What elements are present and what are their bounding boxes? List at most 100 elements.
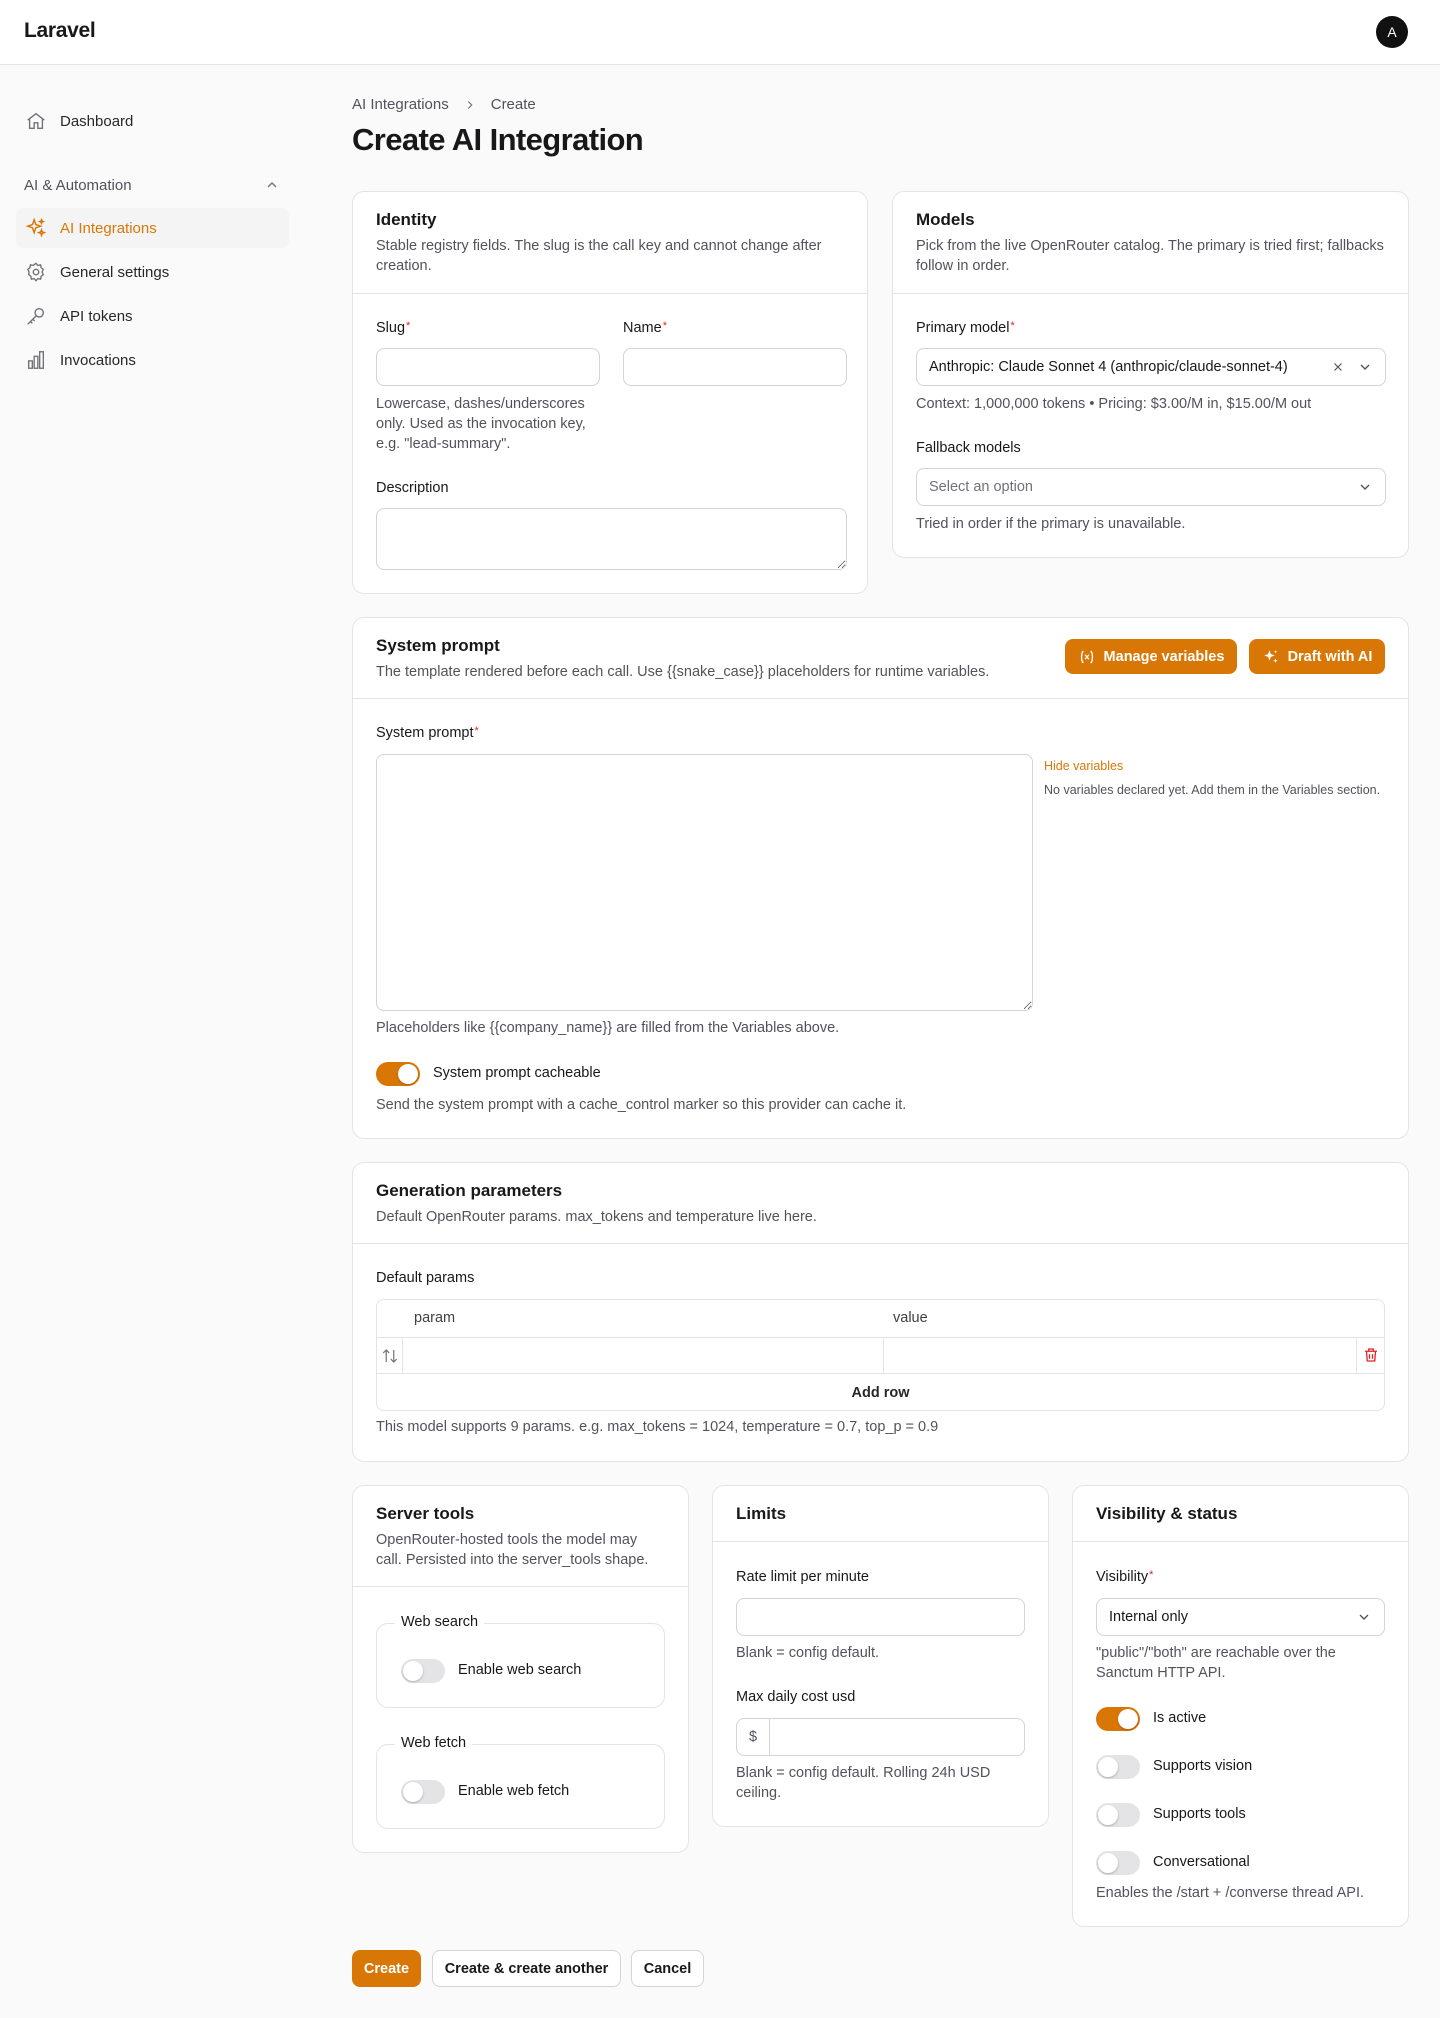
- create-button[interactable]: Create: [352, 1950, 421, 1987]
- chevron-down-icon: [1360, 364, 1370, 370]
- primary-model-hint: Context: 1,000,000 tokens • Pricing: $3.…: [916, 396, 1312, 412]
- web-search-label: Enable web search: [458, 1662, 582, 1678]
- server-tools-card: Server tools OpenRouter-hosted tools the…: [352, 1485, 689, 1853]
- max-daily-cost-label: Max daily cost usd: [736, 1689, 856, 1705]
- user-avatar[interactable]: A: [1376, 16, 1408, 48]
- primary-model-value: Anthropic: Claude Sonnet 4 (anthropic/cl…: [929, 359, 1288, 375]
- slug-label: Slug*: [376, 320, 411, 336]
- manage-variables-button[interactable]: Manage variables: [1065, 639, 1237, 674]
- card-header: Limits: [713, 1486, 1048, 1542]
- card-header: Generation parameters Default OpenRouter…: [353, 1163, 1408, 1244]
- slug-hint: Lowercase, dashes/underscores only. Used…: [376, 396, 586, 452]
- web-search-toggle[interactable]: [401, 1659, 445, 1683]
- is-active-label: Is active: [1153, 1710, 1207, 1726]
- identity-card: Identity Stable registry fields. The slu…: [352, 191, 868, 594]
- fallback-models-hint: Tried in order if the primary is unavail…: [916, 516, 1186, 532]
- param-value-input[interactable]: [883, 1338, 1357, 1373]
- sidebar-item-label: AI Integrations: [60, 219, 157, 237]
- rate-limit-input[interactable]: [736, 1598, 1025, 1636]
- table-row: [377, 1337, 1384, 1374]
- web-search-legend: Web search: [395, 1614, 485, 1630]
- max-daily-cost-group: $: [736, 1718, 1025, 1756]
- breadcrumb-link-ai-integrations[interactable]: AI Integrations: [352, 96, 449, 113]
- generation-parameters-card: Generation parameters Default OpenRouter…: [352, 1162, 1409, 1462]
- reorder-icon[interactable]: [381, 1347, 399, 1365]
- max-daily-cost-hint: Blank = config default. Rolling 24h USD …: [736, 1765, 991, 1801]
- breadcrumb: AI Integrations Create: [352, 96, 536, 113]
- description-label: Description: [376, 480, 449, 496]
- supports-vision-toggle[interactable]: [1096, 1755, 1140, 1779]
- card-title: Server tools: [376, 1504, 475, 1523]
- web-fetch-fieldset: Web fetch Enable web fetch: [376, 1735, 665, 1829]
- visibility-select[interactable]: Internal only: [1096, 1598, 1385, 1636]
- card-title: Models: [916, 210, 975, 229]
- page-title: Create AI Integration: [352, 122, 644, 157]
- conversational-toggle[interactable]: [1096, 1851, 1140, 1875]
- sidebar-item-label: Dashboard: [60, 112, 134, 130]
- sidebar-item-api-tokens[interactable]: API tokens: [16, 296, 289, 336]
- visibility-hint: "public"/"both" are reachable over the S…: [1096, 1645, 1336, 1681]
- card-title: Generation parameters: [376, 1181, 563, 1200]
- system-prompt-cacheable-toggle[interactable]: [376, 1062, 420, 1086]
- sidebar-item-general-settings[interactable]: General settings: [16, 252, 289, 292]
- sidebar-item-ai-integrations[interactable]: AI Integrations: [16, 208, 289, 248]
- column-header-value: value: [893, 1310, 928, 1326]
- sidebar-group-ai-automation[interactable]: AI & Automation: [24, 173, 280, 197]
- primary-model-label: Primary model*: [916, 320, 1015, 336]
- primary-model-select[interactable]: Anthropic: Claude Sonnet 4 (anthropic/cl…: [916, 348, 1386, 386]
- system-prompt-card: System prompt The template rendered befo…: [352, 617, 1409, 1139]
- variable-icon: [1080, 650, 1093, 663]
- system-prompt-cacheable-label: System prompt cacheable: [433, 1065, 601, 1081]
- column-header-param: param: [414, 1310, 456, 1326]
- description-textarea[interactable]: [376, 508, 847, 570]
- supports-tools-toggle[interactable]: [1096, 1803, 1140, 1827]
- card-title: Identity: [376, 210, 437, 229]
- table-header: param value: [377, 1300, 1384, 1337]
- sparkles-icon: [24, 216, 48, 240]
- web-fetch-toggle[interactable]: [401, 1780, 445, 1804]
- system-prompt-textarea[interactable]: [376, 754, 1033, 1011]
- home-icon: [24, 109, 48, 133]
- visibility-value: Internal only: [1109, 1609, 1188, 1625]
- card-header: Models Pick from the live OpenRouter cat…: [893, 192, 1408, 294]
- models-card: Models Pick from the live OpenRouter cat…: [892, 191, 1409, 558]
- is-active-toggle[interactable]: [1096, 1707, 1140, 1731]
- brand-logo[interactable]: Laravel: [24, 19, 96, 43]
- web-fetch-legend: Web fetch: [395, 1735, 473, 1751]
- system-prompt-cacheable-hint: Send the system prompt with a cache_cont…: [376, 1097, 907, 1113]
- sidebar-item-invocations[interactable]: Invocations: [16, 340, 289, 380]
- card-header: Visibility & status: [1073, 1486, 1408, 1542]
- no-variables-text: No variables declared yet. Add them in t…: [1044, 783, 1381, 797]
- hide-variables-link[interactable]: Hide variables: [1044, 759, 1123, 773]
- trash-icon[interactable]: [1362, 1346, 1380, 1364]
- top-bar: Laravel A: [0, 0, 1440, 65]
- fallback-models-label: Fallback models: [916, 440, 1021, 456]
- fallback-models-select[interactable]: Select an option: [916, 468, 1386, 506]
- card-description: OpenRouter-hosted tools the model may ca…: [376, 1532, 649, 1568]
- system-prompt-hint: Placeholders like {{company_name}} are f…: [376, 1020, 840, 1036]
- sidebar-item-dashboard[interactable]: Dashboard: [16, 101, 289, 141]
- slug-input[interactable]: [376, 348, 600, 386]
- gear-icon: [24, 260, 48, 284]
- create-another-button[interactable]: Create & create another: [432, 1950, 621, 1987]
- cancel-button[interactable]: Cancel: [631, 1950, 704, 1987]
- name-input[interactable]: [623, 348, 847, 386]
- name-label: Name*: [623, 320, 667, 336]
- card-description: Pick from the live OpenRouter catalog. T…: [916, 238, 1384, 274]
- clear-icon[interactable]: [1331, 360, 1345, 374]
- conversational-hint: Enables the /start + /converse thread AP…: [1096, 1885, 1365, 1901]
- chevron-right-icon: [467, 100, 473, 109]
- rate-limit-hint: Blank = config default.: [736, 1645, 880, 1661]
- max-daily-cost-input[interactable]: [771, 1719, 1023, 1755]
- visibility-label: Visibility*: [1096, 1569, 1154, 1585]
- sidebar-item-label: Invocations: [60, 351, 136, 369]
- sidebar-group-label: AI & Automation: [24, 176, 132, 194]
- draft-with-ai-button[interactable]: Draft with AI: [1249, 639, 1385, 674]
- param-key-input[interactable]: [402, 1338, 883, 1373]
- default-params-label: Default params: [376, 1270, 475, 1286]
- card-header: Identity Stable registry fields. The slu…: [353, 192, 867, 294]
- web-search-fieldset: Web search Enable web search: [376, 1614, 665, 1708]
- supports-tools-label: Supports tools: [1153, 1806, 1246, 1822]
- web-fetch-label: Enable web fetch: [458, 1783, 570, 1799]
- add-row-button[interactable]: Add row: [377, 1375, 1384, 1411]
